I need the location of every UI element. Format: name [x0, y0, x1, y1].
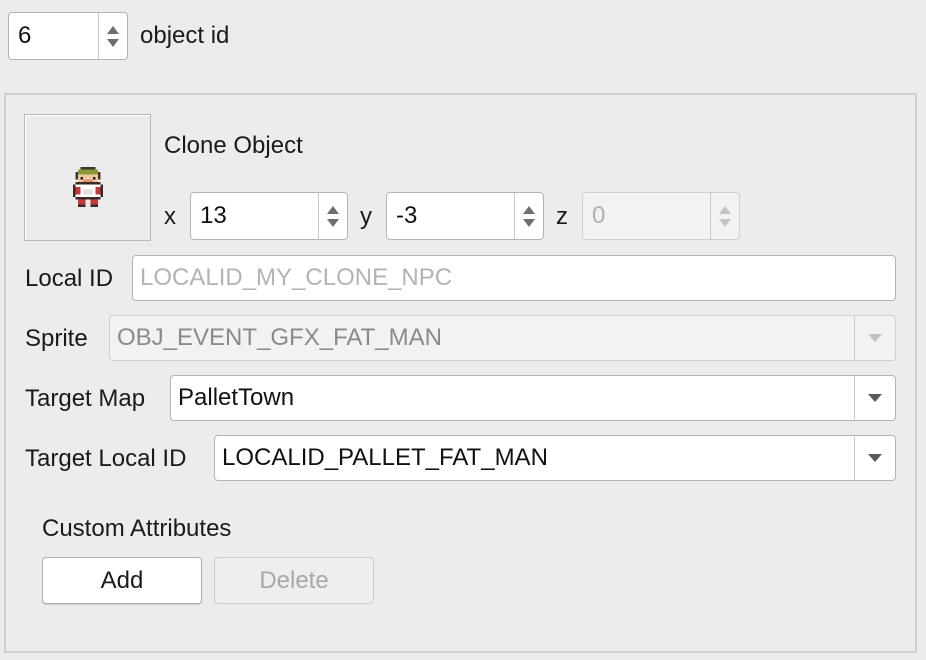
y-value[interactable]: -3	[396, 193, 417, 239]
y-coordinate-spinbox[interactable]: -3	[386, 192, 544, 240]
x-label: x	[164, 203, 176, 230]
object-id-stepper[interactable]	[98, 13, 127, 59]
target-map-dropdown[interactable]: PalletTown	[170, 375, 896, 421]
target-map-label: Target Map	[25, 385, 146, 412]
z-coordinate-spinbox: 0	[582, 192, 740, 240]
y-label: y	[360, 203, 372, 230]
target-map-value[interactable]: PalletTown	[178, 376, 294, 420]
target-local-id-label: Target Local ID	[25, 445, 187, 472]
y-stepper[interactable]	[514, 193, 543, 239]
increment-arrow-icon[interactable]	[327, 205, 339, 214]
z-value: 0	[592, 202, 606, 229]
decrement-arrow-icon[interactable]	[107, 38, 119, 47]
target-map-dropdown-button[interactable]	[854, 376, 895, 420]
decrement-arrow-icon[interactable]	[327, 218, 339, 227]
x-coordinate-spinbox[interactable]: 13	[190, 192, 348, 240]
target-local-id-dropdown[interactable]: LOCALID_PALLET_FAT_MAN	[214, 435, 896, 481]
sprite-preview-frame	[24, 114, 151, 241]
local-id-field[interactable]: LOCALID_MY_CLONE_NPC	[132, 255, 896, 301]
custom-attributes-heading: Custom Attributes	[42, 515, 232, 542]
object-id-value[interactable]: 6	[18, 13, 31, 59]
increment-arrow-icon	[719, 205, 731, 214]
z-stepper	[710, 193, 739, 239]
add-attribute-button[interactable]: Add	[42, 557, 202, 604]
target-local-id-value[interactable]: LOCALID_PALLET_FAT_MAN	[222, 436, 548, 480]
npc-sprite-icon	[73, 167, 103, 207]
local-id-label: Local ID	[25, 265, 114, 292]
x-stepper[interactable]	[318, 193, 347, 239]
z-label: z	[556, 203, 568, 230]
object-id-label: object id	[140, 22, 230, 49]
chevron-down-icon	[868, 334, 882, 342]
sprite-dropdown: OBJ_EVENT_GFX_FAT_MAN	[109, 315, 896, 361]
x-value[interactable]: 13	[200, 193, 227, 239]
delete-attribute-button: Delete	[214, 557, 374, 604]
sprite-value: OBJ_EVENT_GFX_FAT_MAN	[117, 324, 442, 351]
sprite-label: Sprite	[25, 325, 88, 352]
increment-arrow-icon[interactable]	[523, 205, 535, 214]
sprite-dropdown-button	[854, 316, 895, 360]
decrement-arrow-icon	[719, 218, 731, 227]
target-local-id-dropdown-button[interactable]	[854, 436, 895, 480]
chevron-down-icon[interactable]	[868, 454, 882, 462]
chevron-down-icon[interactable]	[868, 394, 882, 402]
increment-arrow-icon[interactable]	[107, 25, 119, 34]
object-selector-bar: 6 object id	[0, 0, 926, 74]
object-type-title: Clone Object	[164, 132, 303, 159]
decrement-arrow-icon[interactable]	[523, 218, 535, 227]
object-id-spinbox[interactable]: 6	[8, 12, 128, 60]
